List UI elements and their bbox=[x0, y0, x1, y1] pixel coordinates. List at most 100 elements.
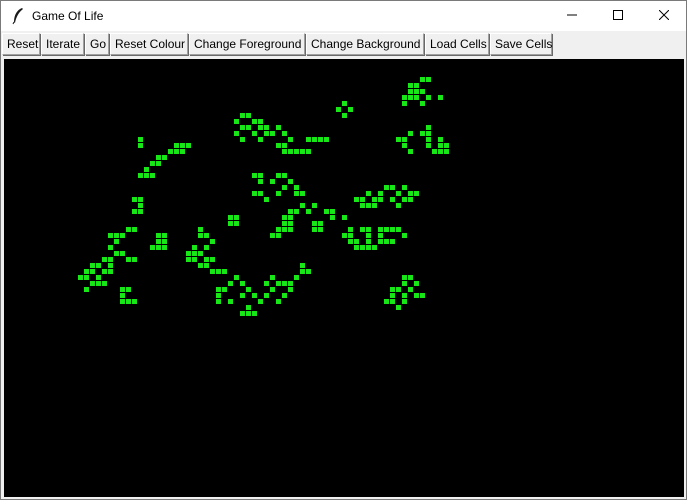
live-cell[interactable] bbox=[264, 281, 269, 286]
live-cell[interactable] bbox=[294, 149, 299, 154]
live-cell[interactable] bbox=[132, 209, 137, 214]
live-cell[interactable] bbox=[276, 233, 281, 238]
live-cell[interactable] bbox=[402, 275, 407, 280]
live-cell[interactable] bbox=[318, 221, 323, 226]
live-cell[interactable] bbox=[348, 233, 353, 238]
live-cell[interactable] bbox=[204, 263, 209, 268]
live-cell[interactable] bbox=[288, 287, 293, 292]
live-cell[interactable] bbox=[438, 95, 443, 100]
live-cell[interactable] bbox=[402, 143, 407, 148]
live-cell[interactable] bbox=[96, 275, 101, 280]
live-cell[interactable] bbox=[288, 215, 293, 220]
live-cell[interactable] bbox=[246, 305, 251, 310]
live-cell[interactable] bbox=[408, 287, 413, 292]
live-cell[interactable] bbox=[330, 209, 335, 214]
live-cell[interactable] bbox=[396, 227, 401, 232]
live-cell[interactable] bbox=[84, 275, 89, 280]
live-cell[interactable] bbox=[228, 221, 233, 226]
minimize-button[interactable] bbox=[549, 1, 595, 31]
live-cell[interactable] bbox=[276, 299, 281, 304]
live-cell[interactable] bbox=[192, 245, 197, 250]
live-cell[interactable] bbox=[300, 269, 305, 274]
live-cell[interactable] bbox=[276, 173, 281, 178]
live-cell[interactable] bbox=[408, 191, 413, 196]
live-cell[interactable] bbox=[132, 227, 137, 232]
live-cell[interactable] bbox=[402, 185, 407, 190]
maximize-button[interactable] bbox=[595, 1, 641, 31]
live-cell[interactable] bbox=[108, 245, 113, 250]
live-cell[interactable] bbox=[156, 239, 161, 244]
live-cell[interactable] bbox=[276, 227, 281, 232]
live-cell[interactable] bbox=[210, 239, 215, 244]
live-cell[interactable] bbox=[204, 245, 209, 250]
live-cell[interactable] bbox=[354, 239, 359, 244]
live-cell[interactable] bbox=[366, 239, 371, 244]
live-cell[interactable] bbox=[408, 131, 413, 136]
live-cell[interactable] bbox=[402, 137, 407, 142]
live-cell[interactable] bbox=[174, 149, 179, 154]
live-cell[interactable] bbox=[330, 215, 335, 220]
live-cell[interactable] bbox=[426, 131, 431, 136]
live-cell[interactable] bbox=[324, 209, 329, 214]
live-cell[interactable] bbox=[396, 287, 401, 292]
live-cell[interactable] bbox=[420, 89, 425, 94]
live-cell[interactable] bbox=[414, 83, 419, 88]
live-cell[interactable] bbox=[426, 125, 431, 130]
live-cell[interactable] bbox=[360, 245, 365, 250]
live-cell[interactable] bbox=[366, 233, 371, 238]
live-cell[interactable] bbox=[264, 293, 269, 298]
live-cell[interactable] bbox=[132, 299, 137, 304]
live-cell[interactable] bbox=[102, 281, 107, 286]
live-cell[interactable] bbox=[138, 173, 143, 178]
live-cell[interactable] bbox=[300, 263, 305, 268]
live-cell[interactable] bbox=[150, 161, 155, 166]
live-cell[interactable] bbox=[252, 191, 257, 196]
live-cell[interactable] bbox=[312, 203, 317, 208]
live-cell[interactable] bbox=[342, 233, 347, 238]
live-cell[interactable] bbox=[426, 95, 431, 100]
live-cell[interactable] bbox=[348, 107, 353, 112]
live-cell[interactable] bbox=[216, 287, 221, 292]
live-cell[interactable] bbox=[162, 155, 167, 160]
live-cell[interactable] bbox=[420, 293, 425, 298]
live-cell[interactable] bbox=[162, 245, 167, 250]
live-cell[interactable] bbox=[390, 197, 395, 202]
live-cell[interactable] bbox=[438, 137, 443, 142]
live-cell[interactable] bbox=[360, 197, 365, 202]
live-cell[interactable] bbox=[270, 131, 275, 136]
live-cell[interactable] bbox=[258, 191, 263, 196]
live-cell[interactable] bbox=[258, 119, 263, 124]
live-cell[interactable] bbox=[198, 227, 203, 232]
live-cell[interactable] bbox=[402, 281, 407, 286]
live-cell[interactable] bbox=[108, 257, 113, 262]
live-cell[interactable] bbox=[342, 113, 347, 118]
live-cell[interactable] bbox=[174, 143, 179, 148]
live-cell[interactable] bbox=[402, 233, 407, 238]
live-cell[interactable] bbox=[294, 275, 299, 280]
live-cell[interactable] bbox=[426, 137, 431, 142]
live-cell[interactable] bbox=[276, 125, 281, 130]
live-cell[interactable] bbox=[408, 149, 413, 154]
live-cell[interactable] bbox=[252, 131, 257, 136]
live-cell[interactable] bbox=[282, 185, 287, 190]
live-cell[interactable] bbox=[264, 131, 269, 136]
live-cell[interactable] bbox=[234, 131, 239, 136]
live-cell[interactable] bbox=[390, 227, 395, 232]
live-cell[interactable] bbox=[396, 191, 401, 196]
live-cell[interactable] bbox=[186, 251, 191, 256]
live-cell[interactable] bbox=[282, 173, 287, 178]
life-board-canvas[interactable] bbox=[4, 59, 684, 497]
live-cell[interactable] bbox=[228, 215, 233, 220]
live-cell[interactable] bbox=[222, 269, 227, 274]
live-cell[interactable] bbox=[234, 221, 239, 226]
live-cell[interactable] bbox=[396, 203, 401, 208]
live-cell[interactable] bbox=[444, 149, 449, 154]
live-cell[interactable] bbox=[396, 305, 401, 310]
live-cell[interactable] bbox=[108, 263, 113, 268]
live-cell[interactable] bbox=[138, 197, 143, 202]
live-cell[interactable] bbox=[336, 107, 341, 112]
reset-colour-button[interactable]: Reset Colour bbox=[110, 33, 188, 55]
live-cell[interactable] bbox=[420, 101, 425, 106]
iterate-button[interactable]: Iterate bbox=[41, 33, 84, 55]
live-cell[interactable] bbox=[90, 263, 95, 268]
